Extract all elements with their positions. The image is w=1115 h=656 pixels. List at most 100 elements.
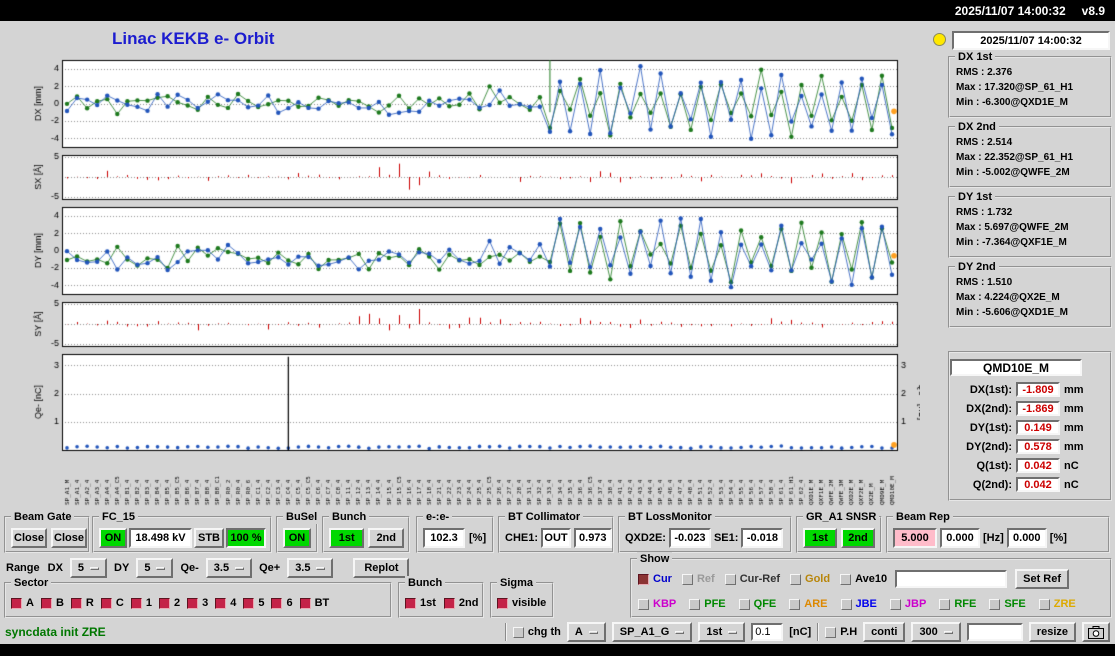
show-checkbox-ref[interactable]: Ref	[682, 573, 715, 585]
checkbox-indicator	[513, 627, 524, 638]
che1-state-display: OUT	[541, 528, 571, 548]
group-title: GR_A1 SNSR	[803, 510, 879, 524]
bpm-readout-row: DY(2nd):0.578mm	[950, 437, 1110, 456]
show-row2-checks: KBP PFE QFE ARE JBE JBP RFE SFE ZRE	[638, 598, 1076, 610]
sector-checkbox-5[interactable]: 5	[243, 597, 264, 609]
snapshot-button[interactable]	[1082, 622, 1110, 642]
option-value: 5	[78, 562, 84, 574]
range-select-qe[interactable]: 3.5	[206, 558, 252, 578]
gr-snsr-group: GR_A1 SNSR 1st 2nd	[796, 516, 882, 553]
ee-ratio-group: e-:e- 102.3 [%]	[416, 516, 494, 553]
checkbox-label: JBP	[905, 598, 926, 610]
che1-label: CHE1:	[505, 532, 538, 544]
replot-button[interactable]: Replot	[353, 558, 409, 578]
bunch-group-top: Bunch 1st 2nd	[322, 516, 410, 553]
sector-checkbox-bt[interactable]: BT	[300, 597, 330, 609]
threshold-input[interactable]	[751, 623, 783, 641]
group-title: Sector	[11, 576, 51, 590]
bpm-readout-label: DX(2nd):	[954, 403, 1012, 415]
range-select-dx[interactable]: 5	[70, 558, 107, 578]
show-checkbox-sfe[interactable]: SFE	[989, 598, 1025, 610]
sector-select[interactable]: A	[567, 622, 606, 642]
show-checkbox-cur-ref[interactable]: Cur-Ref	[725, 573, 780, 585]
checkbox-indicator	[11, 598, 22, 609]
checkbox-label: 6	[286, 597, 292, 609]
bpm-readout-unit: mm	[1064, 384, 1084, 396]
checkbox-label: 3	[202, 597, 208, 609]
separator	[817, 623, 819, 641]
gr-snsr-2nd-button[interactable]: 2nd	[841, 528, 875, 548]
bpm-readout-value: -1.869	[1016, 401, 1060, 416]
show-checkbox-kbp[interactable]: KBP	[638, 598, 676, 610]
resize-button[interactable]: resize	[1029, 622, 1076, 642]
sector-checkbox-3[interactable]: 3	[187, 597, 208, 609]
stat-group-title: DY 2nd	[955, 260, 999, 274]
interval-select[interactable]: 300	[911, 622, 960, 642]
bpm-readout-unit: nC	[1064, 460, 1079, 472]
show-checkbox-jbp[interactable]: JBP	[890, 598, 926, 610]
show-checkbox-jbe[interactable]: JBE	[841, 598, 877, 610]
sector-checkbox-1[interactable]: 1	[131, 597, 152, 609]
checkbox-indicator	[789, 599, 800, 610]
checkbox-indicator	[1039, 599, 1050, 610]
sector-checkbox-c[interactable]: C	[101, 597, 124, 609]
busel-on-button[interactable]: ON	[283, 528, 311, 548]
bpm-name-display: QMD10E_M	[950, 359, 1082, 376]
show-checkbox-ave10[interactable]: Ave10	[840, 573, 887, 585]
bunch-select[interactable]: 1st	[698, 622, 745, 642]
sector-checkbox-r[interactable]: R	[71, 597, 94, 609]
ee-ratio-unit: [%]	[469, 532, 486, 544]
bpm-readout-label: DY(2nd):	[954, 441, 1012, 453]
stat-group-dx-2nd: DX 2ndRMS : 2.514Max : 22.352@SP_61_H1Mi…	[948, 126, 1112, 188]
beam-gate-close-button-2[interactable]: Close	[51, 528, 87, 548]
sector-checkbox-2[interactable]: 2	[159, 597, 180, 609]
conti-button[interactable]: conti	[863, 622, 905, 642]
bpm-readout-label: Q(1st):	[954, 460, 1012, 472]
sector-checkbox-a[interactable]: A	[11, 597, 34, 609]
option-menu-indicator	[90, 567, 99, 570]
fc15-on-button[interactable]: ON	[99, 528, 127, 548]
show-checkbox-rfe[interactable]: RFE	[939, 598, 976, 610]
collimator-value-display: 0.973	[574, 528, 612, 548]
range-items: DX5DY5Qe-3.5Qe+3.5	[48, 558, 334, 578]
sector-checkbox-b[interactable]: B	[41, 597, 64, 609]
show-checkbox-zre[interactable]: ZRE	[1039, 598, 1076, 610]
show-checkbox-cur[interactable]: Cur	[638, 573, 672, 585]
checkbox-indicator	[638, 574, 649, 585]
bunch-2nd-button[interactable]: 2nd	[368, 528, 404, 548]
checkbox-indicator	[300, 598, 311, 609]
show-checkbox-are[interactable]: ARE	[789, 598, 827, 610]
bunch-1st-button[interactable]: 1st	[329, 528, 364, 548]
group-title: BT LossMonitor	[625, 510, 715, 524]
gr-snsr-1st-button[interactable]: 1st	[803, 528, 837, 548]
stat-group-title: DY 1st	[955, 190, 995, 204]
chg-th-checkbox[interactable]: chg th	[513, 626, 561, 638]
show-checkbox-gold[interactable]: Gold	[790, 573, 830, 585]
sector-checkbox-4[interactable]: 4	[215, 597, 236, 609]
checkbox-label: RFE	[954, 598, 976, 610]
range-select-dy[interactable]: 5	[136, 558, 173, 578]
beam-gate-close-button-1[interactable]: Close	[11, 528, 47, 548]
show-checkbox-qfe[interactable]: QFE	[739, 598, 777, 610]
bpm-readout-label: DY(1st):	[954, 422, 1012, 434]
sigma-checkbox-visible[interactable]: visible	[497, 597, 546, 609]
sector-checkbox-6[interactable]: 6	[271, 597, 292, 609]
bunch-checkbox-1st[interactable]: 1st	[405, 597, 436, 609]
beam-rep-group: Beam Rep 5.000 0.000 [Hz] 0.000 [%]	[886, 516, 1110, 553]
orbit-stats-panel: DX 1stRMS : 2.376Max : 17.320@SP_61_H1Mi…	[948, 56, 1112, 336]
bpm-readout-panel: QMD10E_M DX(1st):-1.809mmDX(2nd):-1.869m…	[948, 351, 1112, 501]
checkbox-label: Gold	[805, 573, 830, 585]
stat-group-dy-2nd: DY 2ndRMS : 1.510Max : 4.224@QX2E_MMin :…	[948, 266, 1112, 328]
ref-name-input[interactable]	[895, 570, 1007, 588]
set-ref-button[interactable]: Set Ref	[1015, 569, 1069, 589]
bpm-select[interactable]: SP_A1_G	[612, 622, 693, 642]
misc-input[interactable]	[967, 623, 1023, 641]
bunch-checkbox-2nd[interactable]: 2nd	[444, 597, 479, 609]
option-menu-indicator	[589, 631, 598, 634]
ph-checkbox[interactable]: P.H	[825, 626, 857, 638]
show-checkbox-pfe[interactable]: PFE	[689, 598, 725, 610]
option-menu-indicator	[944, 631, 953, 634]
range-select-qe[interactable]: 3.5	[287, 558, 333, 578]
fc15-stb-button[interactable]: STB	[194, 528, 224, 548]
busel-group: BuSel ON	[276, 516, 318, 553]
